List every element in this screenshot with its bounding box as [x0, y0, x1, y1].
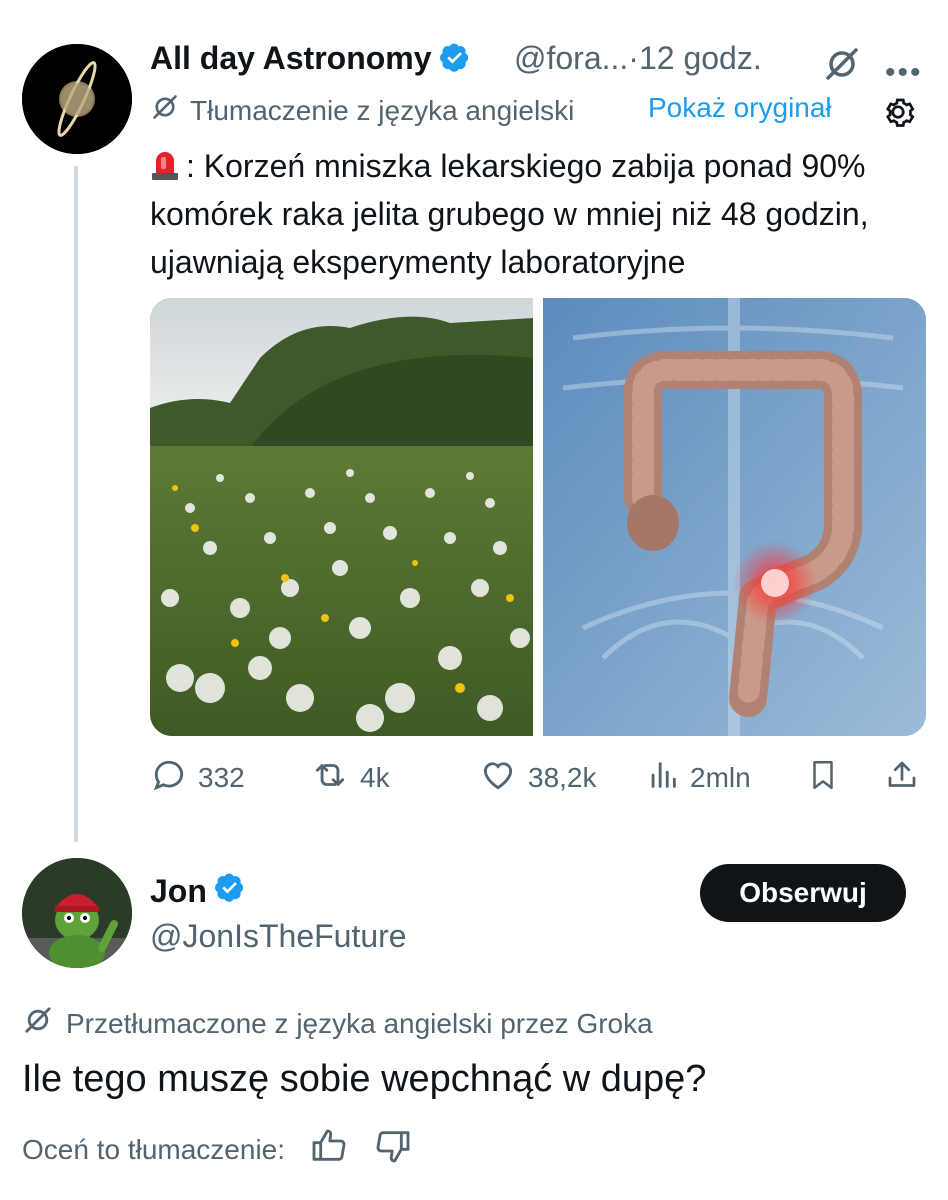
reply-author-name[interactable]: Jon [150, 872, 245, 910]
translation-notice: Tłumaczenie z języka angielski [150, 92, 574, 129]
translation-label: Tłumaczenie z języka angielski [190, 94, 575, 126]
author-handle-and-time[interactable]: @fora...·12 godz. [514, 40, 762, 77]
reply-text: Ile tego muszę sobie wepchnąć w dupę? [22, 1058, 707, 1100]
thread-line [74, 166, 78, 842]
repost-icon [310, 756, 350, 801]
more-icon[interactable]: ••• [885, 56, 923, 90]
reply-author-handle[interactable]: @JonIsTheFuture [150, 918, 407, 955]
media-gallery[interactable] [150, 298, 926, 736]
thumbs-down-icon[interactable] [373, 1126, 413, 1173]
author-name[interactable]: All day Astronomy [150, 40, 470, 80]
rate-translation-label: Oceń to tłumaczenie: [22, 1133, 286, 1165]
like-button[interactable]: 38,2k [478, 752, 597, 804]
tweet-text: : Korzeń mniszka lekarskiego zabija pona… [150, 146, 869, 280]
author-avatar[interactable] [22, 44, 132, 154]
reply-count: 332 [198, 762, 245, 793]
reply-icon [150, 756, 188, 801]
share-button[interactable] [884, 752, 920, 804]
grok-icon[interactable] [822, 44, 862, 89]
grok-translation-notice: Przetłumaczone z języka angielski przez … [22, 1004, 653, 1043]
verified-badge-icon [214, 872, 245, 910]
share-icon [884, 756, 920, 801]
analytics-icon [646, 756, 680, 801]
repost-count: 4k [360, 762, 390, 793]
colon-illustration[interactable] [543, 298, 926, 736]
rate-translation: Oceń to tłumaczenie: [22, 1126, 413, 1173]
like-count: 38,2k [528, 762, 597, 793]
views-count: 2mln [690, 762, 751, 793]
show-original-link[interactable]: Pokaż oryginał [648, 92, 832, 124]
siren-emoji-icon [150, 146, 180, 180]
grok-translation-label: Przetłumaczone z języka angielski przez … [66, 1007, 653, 1039]
verified-badge-icon [440, 42, 470, 80]
views-button[interactable]: 2mln [646, 752, 751, 804]
follow-button[interactable]: Obserwuj [700, 864, 906, 922]
bookmark-button[interactable] [806, 752, 840, 804]
gear-icon[interactable] [880, 94, 916, 135]
bookmark-icon [806, 756, 840, 801]
heart-icon [478, 756, 518, 801]
repost-button[interactable]: 4k [310, 752, 390, 804]
grok-icon [150, 92, 180, 129]
thumbs-up-icon[interactable] [309, 1126, 349, 1173]
dandelion-field-photo[interactable] [150, 298, 533, 736]
tweet-actions: 332 4k 38,2k 2mln [150, 752, 926, 808]
grok-icon [22, 1004, 54, 1043]
reply-button[interactable]: 332 [150, 752, 245, 804]
reply-author-avatar[interactable] [22, 858, 132, 968]
